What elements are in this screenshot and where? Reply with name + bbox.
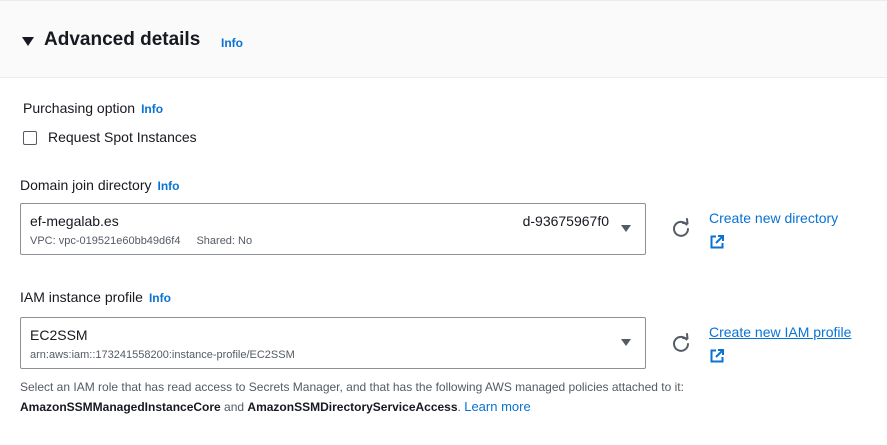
help-and: and <box>220 400 248 414</box>
iam-profile-label: IAM instance profile Info <box>20 289 171 305</box>
purchasing-option-label: Purchasing option Info <box>23 100 163 116</box>
help-line2: AmazonSSMManagedInstanceCore and AmazonS… <box>20 397 840 417</box>
dropdown-arrow-icon <box>621 225 631 232</box>
help-period: . <box>457 400 461 414</box>
domain-shared: Shared: No <box>196 235 253 247</box>
caret-down-icon[interactable] <box>22 37 34 46</box>
iam-profile-text: IAM instance profile <box>20 289 143 305</box>
policy-core: AmazonSSMManagedInstanceCore <box>20 400 221 414</box>
request-spot-label[interactable]: Request Spot Instances <box>48 129 197 145</box>
create-iam-profile-link[interactable]: Create new IAM profile <box>709 323 851 341</box>
external-link-icon[interactable] <box>710 235 724 249</box>
iam-profile-select[interactable]: EC2SSM arn:aws:iam::173241558200:instanc… <box>20 317 646 369</box>
iam-help-text: Select an IAM role that has read access … <box>20 377 840 417</box>
refresh-icon[interactable] <box>670 218 692 240</box>
domain-info-link[interactable]: Info <box>158 179 180 193</box>
domain-join-text: Domain join directory <box>20 177 152 193</box>
learn-more-link[interactable]: Learn more <box>464 399 530 414</box>
domain-directory-id: d-93675967f0 <box>522 213 609 229</box>
dropdown-arrow-icon <box>621 339 631 346</box>
purchasing-option-text: Purchasing option <box>23 100 136 116</box>
advanced-details-panel: Advanced details Info Purchasing option I… <box>0 0 887 445</box>
panel-header[interactable]: Advanced details Info <box>0 0 887 78</box>
policy-directory: AmazonSSMDirectoryServiceAccess <box>247 400 458 414</box>
panel-title[interactable]: Advanced details <box>44 29 200 51</box>
external-link-icon[interactable] <box>710 349 724 363</box>
domain-join-select[interactable]: ef-megalab.es VPC: vpc-019521e60bb49d6f4… <box>20 203 646 255</box>
domain-description: VPC: vpc-019521e60bb49d6f4 Shared: No <box>30 235 252 247</box>
refresh-icon[interactable] <box>670 333 692 355</box>
domain-selected-value: ef-megalab.es <box>30 213 119 229</box>
domain-join-label: Domain join directory Info <box>20 177 180 193</box>
header-info-link[interactable]: Info <box>221 36 243 50</box>
iam-arn: arn:aws:iam::173241558200:instance-profi… <box>30 349 295 361</box>
purchasing-info-link[interactable]: Info <box>141 102 163 116</box>
create-directory-link[interactable]: Create new directory <box>709 209 838 227</box>
iam-selected-value: EC2SSM <box>30 327 88 343</box>
domain-vpc: VPC: vpc-019521e60bb49d6f4 <box>30 235 181 247</box>
help-line1: Select an IAM role that has read access … <box>20 380 684 394</box>
request-spot-checkbox[interactable] <box>23 131 37 145</box>
iam-info-link[interactable]: Info <box>149 291 171 305</box>
